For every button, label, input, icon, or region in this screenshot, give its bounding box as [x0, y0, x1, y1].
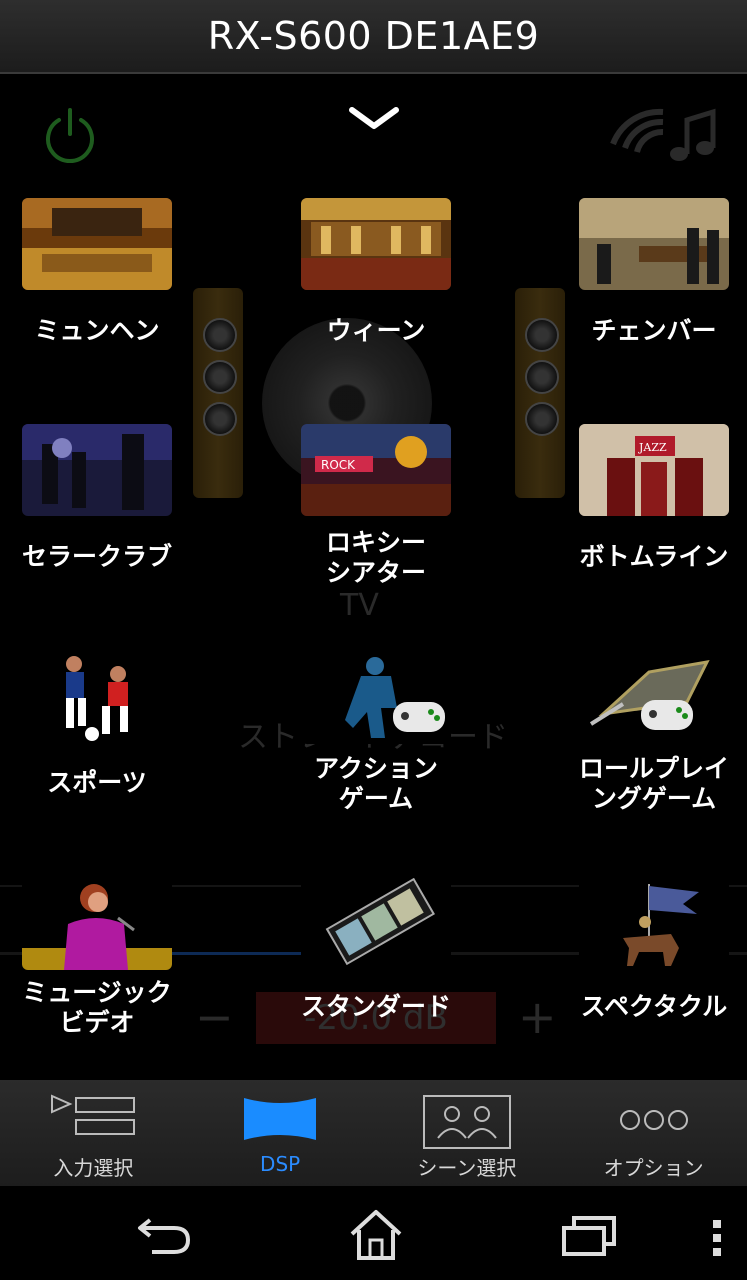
tab-scene-select[interactable]: シーン選択 — [374, 1080, 561, 1186]
munich-hall-image — [22, 198, 172, 290]
tab-label: シーン選択 — [417, 1156, 517, 1180]
standard-film-image — [301, 878, 451, 970]
sports-image — [22, 652, 172, 744]
dsp-program-label: ウィーン — [326, 316, 426, 345]
dsp-program-label: スペクタクル — [580, 992, 728, 1021]
tab-input-select[interactable]: 入力選択 — [0, 1080, 187, 1186]
cellar-club-image — [22, 424, 172, 516]
dsp-program-label: セラークラブ — [21, 542, 172, 571]
dsp-program-label: アクション ゲーム — [314, 754, 438, 813]
dsp-icon — [244, 1098, 317, 1140]
dsp-program-label: ロールプレイ ングゲーム — [578, 754, 729, 813]
options-icon — [619, 1110, 688, 1130]
music-enhancer-icon — [610, 108, 716, 161]
device-title: RX-S600 DE1AE9 — [207, 14, 540, 58]
overflow-menu-icon[interactable] — [710, 1218, 724, 1258]
tab-dsp[interactable]: DSP — [187, 1080, 374, 1186]
roxy-theatre-image: ROCK — [301, 424, 451, 516]
dsp-program-label: チェンバー — [591, 316, 717, 345]
chamber-image — [579, 198, 729, 290]
bottom-tab-bar: 入力選択 DSP シーン選択 オプション — [0, 1080, 747, 1186]
dsp-program-label: ミュンヘン — [34, 316, 160, 345]
music-video-image — [22, 878, 172, 970]
vienna-hall-image — [301, 198, 451, 290]
action-game-image — [301, 652, 451, 744]
dsp-program-label: ロキシー シアター — [325, 528, 426, 587]
spectacle-image — [579, 878, 729, 970]
roleplaying-game-image — [579, 652, 729, 744]
bottom-line-image: JAZZ — [579, 424, 729, 516]
dsp-program-label: スポーツ — [47, 768, 147, 797]
tab-label: DSP — [260, 1152, 301, 1176]
collapse-chevron-icon[interactable] — [348, 104, 400, 134]
power-icon — [46, 108, 94, 164]
svg-text:ROCK: ROCK — [321, 458, 356, 472]
dsp-program-label: スタンダード — [300, 992, 451, 1021]
dsp-program-label: ミュージック ビデオ — [22, 978, 172, 1037]
tab-label: オプション — [603, 1156, 704, 1180]
tab-options[interactable]: オプション — [560, 1080, 747, 1186]
home-icon[interactable] — [348, 1208, 404, 1262]
dsp-program-label: ボトムライン — [579, 542, 729, 571]
input-select-icon — [51, 1094, 136, 1135]
title-bar: RX-S600 DE1AE9 — [0, 0, 747, 74]
input-source-label: TV — [340, 588, 379, 623]
recent-apps-icon[interactable] — [562, 1216, 616, 1256]
back-icon[interactable] — [136, 1210, 192, 1256]
scene-select-icon — [422, 1095, 511, 1149]
svg-text:JAZZ: JAZZ — [638, 441, 667, 454]
tab-label: 入力選択 — [53, 1156, 134, 1180]
